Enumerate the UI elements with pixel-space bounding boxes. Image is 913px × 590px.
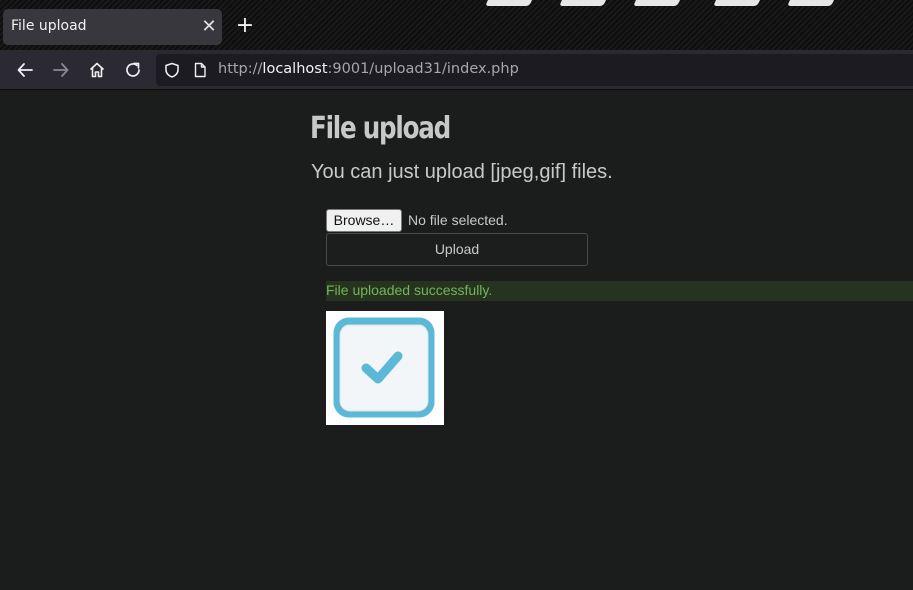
checkbox-checked-icon [333, 317, 435, 418]
background-decoration [787, 0, 837, 6]
reload-icon [126, 62, 140, 77]
background-decoration [485, 0, 535, 6]
background-decoration [633, 0, 683, 6]
upload-button[interactable]: Upload [326, 233, 588, 266]
file-status: No file selected. [408, 212, 508, 228]
url-text[interactable]: http://localhost:9001/upload31/index.php [218, 61, 519, 77]
forward-button[interactable] [49, 58, 73, 82]
tab-title: File upload [11, 18, 87, 34]
close-tab-icon[interactable]: ✕ [199, 17, 219, 37]
page-title: File upload [310, 111, 451, 146]
background-decoration [559, 0, 609, 6]
success-message: File uploaded successfully. [326, 281, 913, 301]
forward-arrow-icon [53, 63, 69, 77]
back-arrow-icon [17, 63, 33, 77]
page-subtitle: You can just upload [jpeg,gif] files. [311, 161, 613, 183]
home-button[interactable] [85, 58, 109, 82]
back-button[interactable] [13, 58, 37, 82]
reload-button[interactable] [121, 58, 145, 82]
navigation-toolbar: http://localhost:9001/upload31/index.php [0, 50, 913, 90]
tab-strip: File upload ✕ + [0, 0, 913, 50]
page-icon[interactable] [192, 62, 208, 78]
page-content: File upload You can just upload [jpeg,gi… [0, 91, 913, 590]
success-text: File uploaded successfully. [326, 282, 493, 298]
browser-tab[interactable]: File upload ✕ [3, 9, 222, 45]
background-decoration [713, 0, 763, 6]
shield-icon[interactable] [164, 62, 180, 78]
url-path: :9001/upload31/index.php [327, 61, 519, 77]
url-scheme: http:// [218, 61, 263, 77]
url-bar[interactable]: http://localhost:9001/upload31/index.php [156, 54, 913, 86]
url-host: localhost [262, 61, 328, 77]
home-icon [89, 62, 105, 78]
browse-button[interactable]: Browse… [326, 209, 402, 232]
uploaded-image [326, 311, 444, 425]
new-tab-button[interactable]: + [233, 14, 257, 38]
